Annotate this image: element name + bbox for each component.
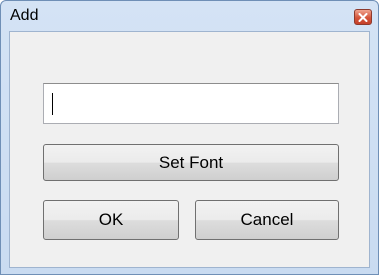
close-icon [358,12,368,22]
text-input[interactable] [43,83,339,124]
window-title: Add [10,7,39,24]
add-dialog: Add Set Font OK Cancel [0,0,379,275]
text-caret [52,93,53,115]
set-font-button[interactable]: Set Font [43,144,339,181]
ok-button[interactable]: OK [43,200,179,240]
close-button[interactable] [354,9,372,25]
title-bar[interactable]: Add [1,1,378,31]
cancel-button[interactable]: Cancel [195,200,339,240]
dialog-body: Set Font OK Cancel [9,31,370,268]
